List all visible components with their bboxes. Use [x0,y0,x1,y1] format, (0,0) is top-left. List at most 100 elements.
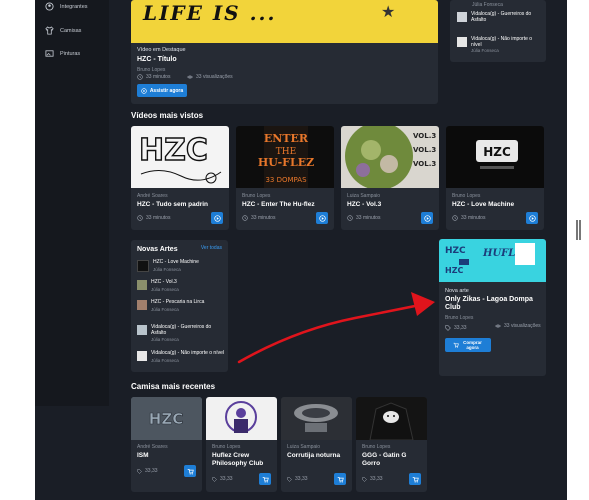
clock-icon [347,215,353,221]
cart-icon [262,476,269,483]
video-card[interactable]: VOL.3 VOL.3 VOL.3 Luiza Sampaio HZC - Vo… [341,126,439,230]
shirt-thumbnail[interactable] [356,397,427,440]
list-item[interactable]: HZC - Vol.3 Júlia Fonseca [137,279,227,292]
rec-top-author: Júlia Fonseca [472,2,503,8]
shirt-title: ISM [137,452,149,459]
cart-icon [187,468,194,475]
featured-duration: 33 minutos [137,74,170,80]
buy-now-button[interactable]: Comprar agora [445,338,491,352]
play-button[interactable] [421,212,433,224]
corrutija-shirt-icon [294,404,338,432]
shirt-price: 33,33 [287,476,308,482]
featured-tag: Vídeo em Destaque [137,47,186,53]
price-tag-icon [137,468,142,474]
video-thumbnail[interactable]: VOL.3 VOL.3 VOL.3 [341,126,439,188]
play-button[interactable] [526,212,538,224]
video-title: HZC - Enter The Hu-flez [242,201,315,208]
art-thumbnail [137,280,147,290]
list-item[interactable]: Vidaloca(g) - Não importe o nível Júlia F… [137,350,227,363]
new-art-price: 33,33 [445,325,467,331]
svg-text:HU-FLEZ: HU-FLEZ [258,156,314,169]
philosophy-club-shirt-icon [225,401,257,433]
rec-thumbnail [457,37,467,47]
featured-author: Bruno Lopes [137,67,166,73]
watch-now-button[interactable]: Assistir agora [137,84,187,97]
video-thumbnail[interactable]: HZC [446,126,544,188]
hzc-graffiti-icon: HZC [138,132,222,184]
shirt-thumbnail[interactable]: HZC [131,397,202,440]
clock-icon [137,74,143,80]
shirt-thumbnail[interactable] [281,397,352,440]
video-duration: 33 minutos [347,215,380,221]
new-art-views: 33 visualizações [495,323,543,329]
svg-text:VOL.3: VOL.3 [413,132,436,140]
play-icon [423,214,431,222]
shirt-card[interactable]: Bruno Lopes GGG - Gatin G Gorro 33,33 [356,397,427,492]
play-button[interactable] [316,212,328,224]
shirt-author: Bruno Lopes [362,444,391,450]
play-icon [318,214,326,222]
list-item[interactable]: HZC - Pescaria na Lirca Júlia Fonseca [137,299,227,312]
svg-text:HZC: HZC [445,246,466,256]
eye-icon [187,75,193,79]
shirt-author: Bruno Lopes [212,444,241,450]
cart-icon [453,342,459,348]
clock-icon [452,215,458,221]
shirt-card[interactable]: Luiza Sampaio Corrutija noturna 33,33 [281,397,352,492]
svg-text:VOL.3: VOL.3 [413,160,436,168]
video-thumbnail[interactable]: HZC [131,126,229,188]
featured-views: 33 visualizações [187,74,233,80]
shirt-card[interactable]: HZC André Soares ISM 33,33 [131,397,202,492]
list-item[interactable]: HZC - Love Machine Júlia Fonseca [137,259,229,272]
shirt-thumbnail[interactable] [206,397,277,440]
svg-text:HZC: HZC [139,133,208,168]
list-item[interactable]: Vidaloca(g) - Guerreiros do Asfalto [457,11,541,23]
scrollbar-handle[interactable] [579,220,581,240]
featured-video-card[interactable]: LIFE IS ... ★ Vídeo em Destaque HZC - Tí… [131,0,438,104]
list-item[interactable]: Vidaloca(g) - Não importe o nível Júlia F… [457,36,541,54]
art-thumbnail [137,300,147,310]
add-to-cart-button[interactable] [334,473,346,485]
featured-image-text: LIFE IS ... [143,1,277,25]
gatin-gorro-shirt-icon [369,402,414,440]
featured-thumbnail[interactable]: LIFE IS ... ★ [131,0,438,43]
scrollbar-handle[interactable] [576,220,578,240]
video-author: Bruno Lopes [452,193,481,199]
video-card[interactable]: HZC Bruno Lopes HZC - Love Machine 33 mi… [446,126,544,230]
see-all-link[interactable]: Ver todas [201,245,222,251]
list-item[interactable]: Vidaloca(g) - Guerreiros do Asfalto Júlia… [137,324,227,343]
video-card[interactable]: HZC André Soares HZC - Tudo sem padrin 3… [131,126,229,230]
clock-icon [137,215,143,221]
vol3-cover-icon: VOL.3 VOL.3 VOL.3 [345,126,436,188]
art-thumbnail [137,351,147,361]
svg-text:HZC: HZC [149,410,183,428]
art-thumbnail [137,260,149,272]
shirt-title: Corrutija noturna [287,452,341,459]
featured-title: HZC - Título [137,56,177,63]
new-art-card[interactable]: HZC HUFLEZ HZC Nova arte Only Zikas - La… [439,239,546,376]
play-icon [213,214,221,222]
video-thumbnail[interactable]: ENTER THE HU-FLEZ 33 DOMPAS [236,126,334,188]
shirt-card[interactable]: Bruno Lopes Huflez Crew Philosophy Club … [206,397,277,492]
price-tag-icon [287,476,292,482]
add-to-cart-button[interactable] [259,473,271,485]
add-to-cart-button[interactable] [409,473,421,485]
clock-icon [242,215,248,221]
price-tag-icon [362,476,367,482]
video-author: Luiza Sampaio [347,193,381,199]
price-tag-icon [212,476,217,482]
new-arts-panel: Novas Artes Ver todas HZC - Love Machine… [131,240,228,372]
add-to-cart-button[interactable] [184,465,196,477]
annotation-arrow [237,292,435,364]
rec-thumbnail [457,12,467,22]
doodle-icon: ★ [381,4,396,21]
main-content: LIFE IS ... ★ Vídeo em Destaque HZC - Tí… [35,0,567,500]
section-title-shirts: Camisa mais recentes [131,382,216,391]
shirt-author: Luiza Sampaio [287,444,321,450]
video-duration: 33 minutos [452,215,485,221]
new-art-thumbnail[interactable]: HZC HUFLEZ HZC [439,239,546,282]
video-card[interactable]: ENTER THE HU-FLEZ 33 DOMPAS Bruno Lopes … [236,126,334,230]
art-thumbnail [137,325,147,335]
play-button[interactable] [211,212,223,224]
svg-text:HZC: HZC [483,145,511,159]
